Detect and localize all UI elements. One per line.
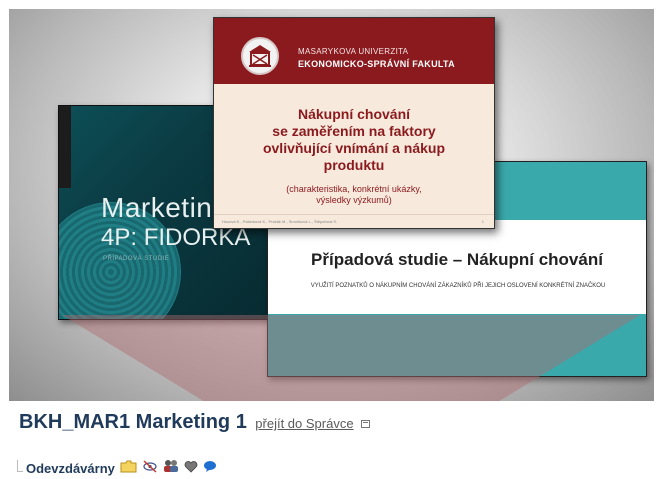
university-name: MASARYKOVA UNIVERZITA — [298, 47, 409, 56]
slide-thumbnail-nakupni-chovani: MASARYKOVA UNIVERZITA EKONOMICKO-SPRÁVNÍ… — [213, 17, 495, 229]
slide-authors: Husová K., Palánková K., Pražák M., Smol… — [222, 219, 338, 224]
eye-off-icon[interactable] — [142, 459, 158, 478]
slide-subtitle-line: (charakteristika, konkrétní ukázky, — [286, 184, 422, 194]
slide-band-bottom — [268, 314, 646, 376]
slide-title-line: produktu — [323, 157, 385, 173]
slide-title: Marketing — [101, 192, 229, 223]
course-header: BKH_MAR1 Marketing 1 přejít do Správce O… — [9, 401, 654, 479]
slide-title-line: Nákupní chování — [297, 106, 411, 122]
slide-page-number: 1 — [481, 219, 484, 224]
heart-icon[interactable] — [184, 460, 198, 478]
slide-footer: Husová K., Palánková K., Pražák M., Smol… — [214, 214, 494, 228]
faculty-name: EKONOMICKO-SPRÁVNÍ FAKULTA — [298, 59, 455, 69]
files-row: Odevzdávárny — [17, 459, 217, 478]
slide-subtitle: VYUŽITÍ POZNATKŮ O NÁKUPNÍM CHOVÁNÍ ZÁKA… — [310, 283, 606, 289]
slide-subtitle: (charakteristika, konkrétní ukázky, výsl… — [214, 184, 494, 206]
admin-link[interactable]: přejít do Správce — [255, 416, 353, 431]
slide-title: Případová studie – Nákupní chování — [311, 250, 603, 269]
course-title-row: BKH_MAR1 Marketing 1 přejít do Správce — [19, 411, 371, 434]
chat-bubble-icon[interactable] — [203, 460, 217, 478]
university-logo-icon — [241, 37, 279, 75]
slide-subtitle-line: výsledky výzkumů) — [316, 195, 392, 205]
slide-header: MASARYKOVA UNIVERZITA EKONOMICKO-SPRÁVNÍ… — [214, 18, 494, 84]
slide-title: Nákupní chování se zaměřením na faktory … — [214, 106, 494, 174]
files-link[interactable]: Odevzdávárny — [26, 461, 115, 476]
course-title: BKH_MAR1 Marketing 1 — [19, 411, 247, 433]
people-icon[interactable] — [163, 459, 179, 478]
slide-decoration — [59, 106, 71, 188]
folder-icon[interactable] — [120, 460, 137, 478]
course-banner: Marketing 4P: FIDORKA PŘÍPADOVÁ STUDIE P… — [9, 9, 654, 401]
slide-title-line: ovlivňující vnímání a nákup — [262, 140, 446, 156]
tree-connector — [17, 459, 23, 472]
admin-window-icon[interactable] — [361, 419, 371, 428]
slide-title-line: se zaměřením na faktory — [272, 123, 436, 139]
slide-subtitle: PŘÍPADOVÁ STUDIE — [103, 256, 170, 262]
